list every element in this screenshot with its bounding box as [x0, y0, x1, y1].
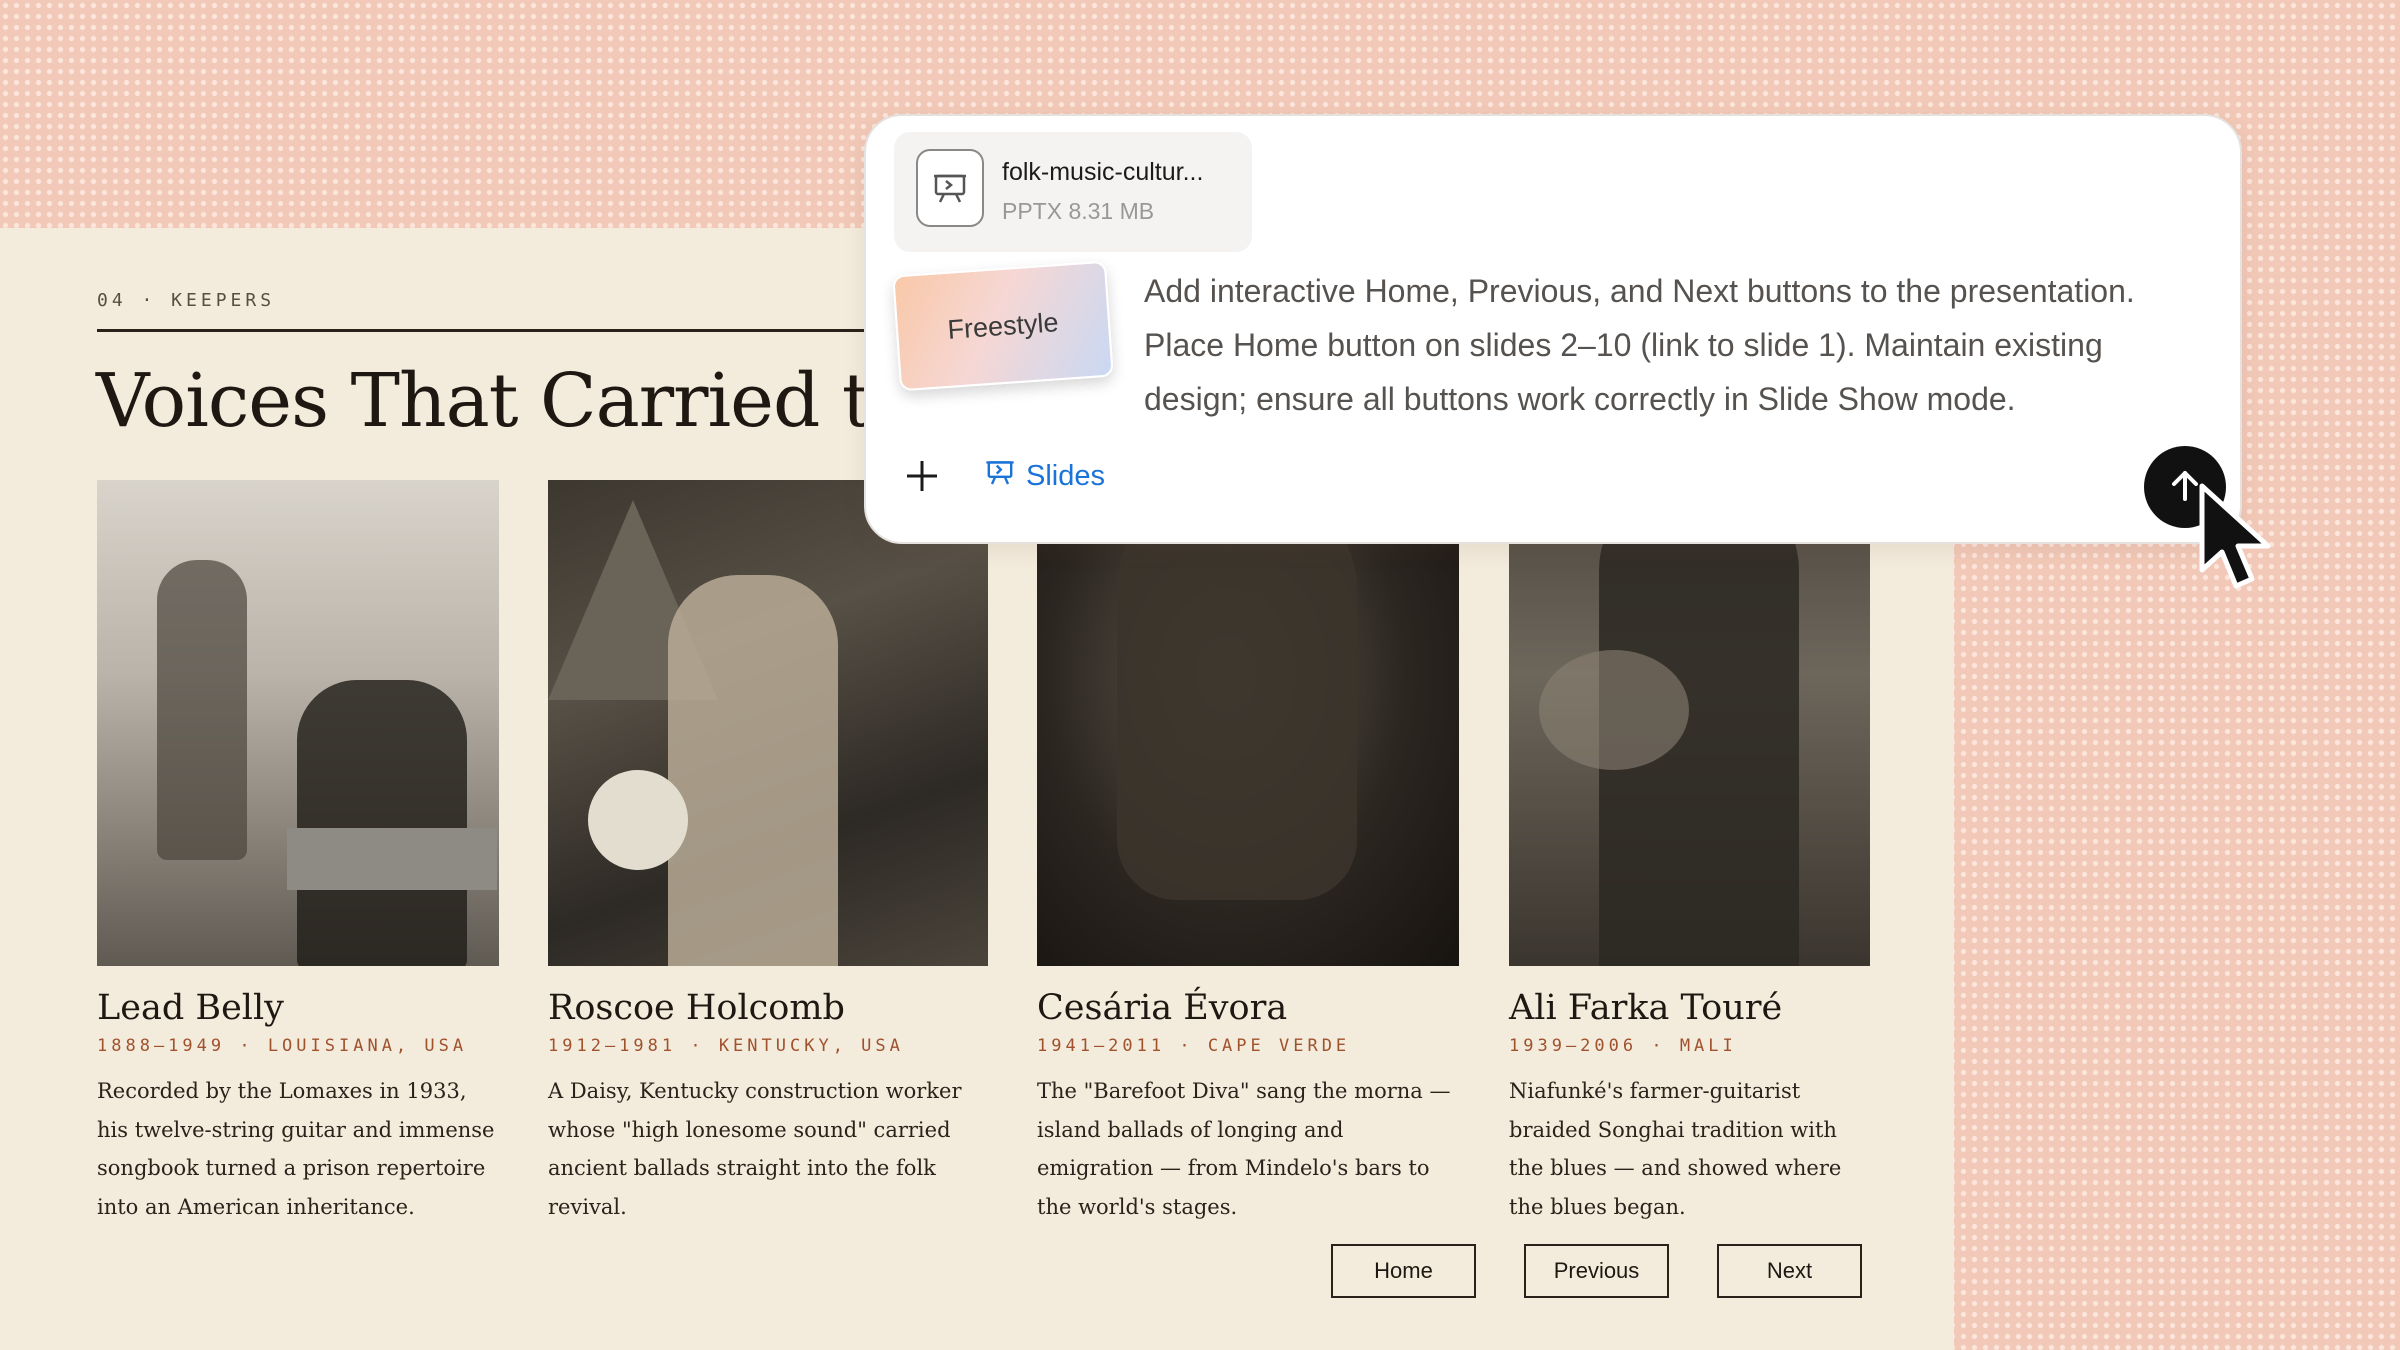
musician-name: Ali Farka Touré: [1509, 988, 1783, 1028]
home-button[interactable]: Home: [1331, 1244, 1476, 1298]
musician-meta: 1939–2006 · MALI: [1509, 1036, 1737, 1056]
musician-photo: [1037, 480, 1459, 966]
musician-card-cesaria-evora: Cesária Évora 1941–2011 · CAPE VERDE The…: [1037, 480, 1459, 1226]
slide-title: Voices That Carried the: [96, 358, 961, 444]
chat-composer: folk-music-cultur... PPTX 8.31 MB Freest…: [864, 114, 2242, 544]
style-chip-freestyle[interactable]: Freestyle: [892, 260, 1114, 392]
musician-name: Cesária Évora: [1037, 988, 1288, 1028]
musician-description: The "Barefoot Diva" sang the morna — isl…: [1037, 1079, 1451, 1219]
next-button[interactable]: Next: [1717, 1244, 1862, 1298]
musician-description: A Daisy, Kentucky construction worker wh…: [548, 1079, 962, 1219]
musician-photo: [97, 480, 499, 966]
presentation-file-icon: [916, 149, 984, 227]
musician-meta: 1941–2011 · CAPE VERDE: [1037, 1036, 1351, 1056]
musician-description: Niafunké's farmer-guitarist braided Song…: [1509, 1079, 1842, 1219]
presentation-icon: [984, 456, 1016, 496]
slides-tool-label: Slides: [1026, 459, 1105, 492]
musician-card-roscoe-holcomb: Roscoe Holcomb 1912–1981 · KENTUCKY, USA…: [548, 480, 988, 1226]
file-attachment[interactable]: folk-music-cultur... PPTX 8.31 MB: [894, 132, 1252, 252]
section-eyebrow: 04 · KEEPERS: [97, 290, 276, 311]
musician-card-ali-farka-toure: Ali Farka Touré 1939–2006 · MALI Niafunk…: [1509, 480, 1870, 1226]
musician-name: Roscoe Holcomb: [548, 988, 845, 1028]
prompt-text[interactable]: Add interactive Home, Previous, and Next…: [1144, 264, 2204, 426]
musician-name: Lead Belly: [97, 988, 284, 1028]
previous-button[interactable]: Previous: [1524, 1244, 1669, 1298]
musician-photo: [548, 480, 988, 966]
musician-card-lead-belly: Lead Belly 1888–1949 · LOUISIANA, USA Re…: [97, 480, 499, 1226]
mouse-pointer-icon: [2196, 482, 2282, 594]
attachment-file-meta: PPTX 8.31 MB: [1002, 198, 1155, 224]
musician-meta: 1888–1949 · LOUISIANA, USA: [97, 1036, 468, 1056]
musician-description: Recorded by the Lomaxes in 1933, his twe…: [97, 1079, 495, 1219]
plus-icon[interactable]: [904, 458, 940, 494]
musician-photo: [1509, 480, 1870, 966]
attachment-file-name: folk-music-cultur...: [1002, 158, 1204, 186]
slides-tool-tag[interactable]: Slides: [984, 456, 1105, 496]
musician-meta: 1912–1981 · KENTUCKY, USA: [548, 1036, 904, 1056]
